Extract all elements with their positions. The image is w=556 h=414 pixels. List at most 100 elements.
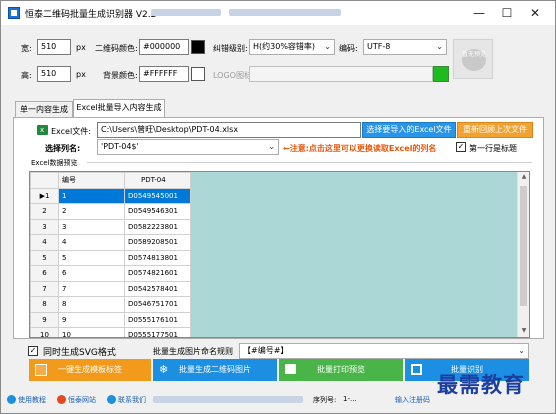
- qr-color-input[interactable]: #000000: [139, 39, 189, 55]
- column-name-select[interactable]: 'PDT-04$' ⌄: [97, 139, 279, 155]
- column-header-pdt[interactable]: PDT-04: [124, 172, 191, 189]
- excel-data-grid[interactable]: 编号 PDT-04 ▶1 1 D0549545001 2 2 D0549546301 3 3 D…: [29, 171, 530, 338]
- table-row[interactable]: 4 4 D0589208501: [30, 234, 191, 251]
- cell-id[interactable]: 4: [58, 234, 125, 251]
- cell-pdt[interactable]: D0546751701: [124, 296, 191, 313]
- height-input[interactable]: 510: [37, 66, 71, 82]
- help-icon: [7, 395, 16, 404]
- table-header-row: 编号 PDT-04: [30, 172, 191, 189]
- tab-single[interactable]: 单一内容生成: [15, 101, 73, 117]
- svg-checkbox[interactable]: ✓: [28, 346, 38, 356]
- logo-picker-button[interactable]: [433, 66, 449, 82]
- preview-placeholder: 暂无预览: [462, 49, 486, 71]
- reopen-last-file-button[interactable]: 重新回顾上次文件: [457, 122, 533, 138]
- bg-color-swatch[interactable]: [191, 67, 205, 81]
- row-header[interactable]: 4: [30, 234, 59, 251]
- blurred-status-text: [153, 396, 303, 403]
- table-row[interactable]: 2 2 D0549546301: [30, 203, 191, 220]
- cell-pdt[interactable]: D0549546301: [124, 203, 191, 220]
- cell-pdt[interactable]: D0542578401: [124, 280, 191, 297]
- excel-preview-label: Excel数据预览: [31, 159, 78, 167]
- choose-excel-button[interactable]: 选择要导入的Excel文件: [362, 122, 456, 138]
- cell-pdt[interactable]: D0549545001: [124, 187, 191, 204]
- column-name-label: 选择列名:: [45, 144, 81, 153]
- cell-pdt[interactable]: D0589208501: [124, 234, 191, 251]
- logo-path-input[interactable]: [249, 66, 433, 82]
- group-divider: [87, 162, 532, 163]
- website-link[interactable]: 恒泰网站: [68, 395, 96, 405]
- row-header[interactable]: 2: [30, 203, 59, 220]
- row-header[interactable]: 7: [30, 280, 59, 297]
- maximize-icon[interactable]: ☐: [493, 1, 521, 25]
- blurred-date-text: [151, 9, 221, 16]
- row-header[interactable]: 9: [30, 311, 59, 328]
- app-qr-icon: [8, 7, 20, 19]
- svg-option-label: 同时生成SVG格式: [43, 348, 116, 358]
- table-row[interactable]: 3 3 D0582223801: [30, 218, 191, 235]
- cell-id[interactable]: 5: [58, 249, 125, 266]
- excel-file-icon: x: [37, 125, 48, 135]
- table-row[interactable]: 5 5 D0574813801: [30, 249, 191, 266]
- table-row[interactable]: ▶1 1 D0549545001: [30, 187, 191, 204]
- first-row-title-label: 第一行是标题: [469, 144, 517, 153]
- cell-pdt[interactable]: D0555177501: [124, 327, 191, 337]
- table-row[interactable]: 9 9 D0555176101: [30, 311, 191, 328]
- width-input[interactable]: 510: [37, 39, 71, 55]
- cell-id[interactable]: 8: [58, 296, 125, 313]
- chevron-down-icon: ⌄: [436, 42, 443, 51]
- blurred-website-text: [229, 9, 341, 16]
- batch-print-preview-label: 批量打印预览: [317, 365, 365, 374]
- row-header[interactable]: 6: [30, 265, 59, 282]
- row-header[interactable]: 10: [30, 327, 59, 337]
- column-name-value: 'PDT-04$': [101, 142, 139, 151]
- bg-color-input[interactable]: #FFFFFF: [139, 66, 189, 82]
- width-label: 宽:: [21, 44, 32, 53]
- chevron-down-icon: ⌄: [324, 42, 331, 51]
- cell-id[interactable]: 6: [58, 265, 125, 282]
- table-row[interactable]: 8 8 D0546751701: [30, 296, 191, 313]
- scroll-down-icon[interactable]: ▼: [518, 327, 529, 334]
- batch-generate-qr-button[interactable]: ❄ 批量生成二维码图片: [153, 359, 277, 381]
- encoding-select[interactable]: UTF-8 ⌄: [363, 39, 447, 55]
- table-row[interactable]: 10 10 D0555177501: [30, 327, 191, 337]
- column-header-id[interactable]: 编号: [58, 172, 125, 189]
- cell-pdt[interactable]: D0555176101: [124, 311, 191, 328]
- excel-file-label: Excel文件:: [51, 127, 91, 136]
- row-header[interactable]: ▶1: [30, 187, 59, 204]
- naming-rule-value: 【#编号#】: [243, 346, 289, 355]
- cell-id[interactable]: 10: [58, 327, 125, 337]
- cell-id[interactable]: 7: [58, 280, 125, 297]
- batch-print-preview-button[interactable]: 批量打印预览: [279, 359, 403, 381]
- minimize-icon[interactable]: —: [465, 1, 493, 25]
- grid-vertical-scrollbar[interactable]: ▲ ▼: [517, 172, 529, 337]
- generate-template-button[interactable]: 一键生成模板标签: [29, 359, 151, 381]
- first-row-title-checkbox[interactable]: ✓: [456, 142, 466, 152]
- table-row[interactable]: 7 7 D0542578401: [30, 280, 191, 297]
- excel-file-path-input[interactable]: C:\Users\曾旺\Desktop\PDT-04.xlsx: [97, 122, 361, 138]
- cell-id[interactable]: 2: [58, 203, 125, 220]
- column-hint-text: ←注意:点击这里可以更换读取Excel的列名: [283, 144, 437, 153]
- cell-id[interactable]: 1: [58, 187, 125, 204]
- help-link[interactable]: 使用教程: [18, 395, 46, 405]
- data-table: 编号 PDT-04 ▶1 1 D0549545001 2 2 D0549546301 3 3 D…: [30, 172, 191, 337]
- chevron-down-icon: ⌄: [518, 346, 525, 355]
- contact-link[interactable]: 联系我们: [118, 395, 146, 405]
- naming-rule-select[interactable]: 【#编号#】 ⌄: [239, 343, 529, 359]
- scroll-up-icon[interactable]: ▲: [518, 173, 529, 180]
- register-code-link[interactable]: 输入注册码: [395, 395, 430, 405]
- qr-color-swatch[interactable]: [191, 40, 205, 54]
- cell-pdt[interactable]: D0582223801: [124, 218, 191, 235]
- tab-excel-batch[interactable]: Excel批量导入内容生成: [73, 99, 165, 117]
- error-level-select[interactable]: H(约30%容错率) ⌄: [249, 39, 335, 55]
- cell-id[interactable]: 3: [58, 218, 125, 235]
- row-header[interactable]: 8: [30, 296, 59, 313]
- cell-pdt[interactable]: D0574813801: [124, 249, 191, 266]
- row-header[interactable]: 3: [30, 218, 59, 235]
- serial-label: 序列号:: [313, 396, 337, 404]
- cell-pdt[interactable]: D0574821601: [124, 265, 191, 282]
- close-icon[interactable]: ✕: [521, 1, 549, 25]
- table-row[interactable]: 6 6 D0574821601: [30, 265, 191, 282]
- scrollbar-thumb[interactable]: [520, 186, 527, 306]
- cell-id[interactable]: 9: [58, 311, 125, 328]
- row-header[interactable]: 5: [30, 249, 59, 266]
